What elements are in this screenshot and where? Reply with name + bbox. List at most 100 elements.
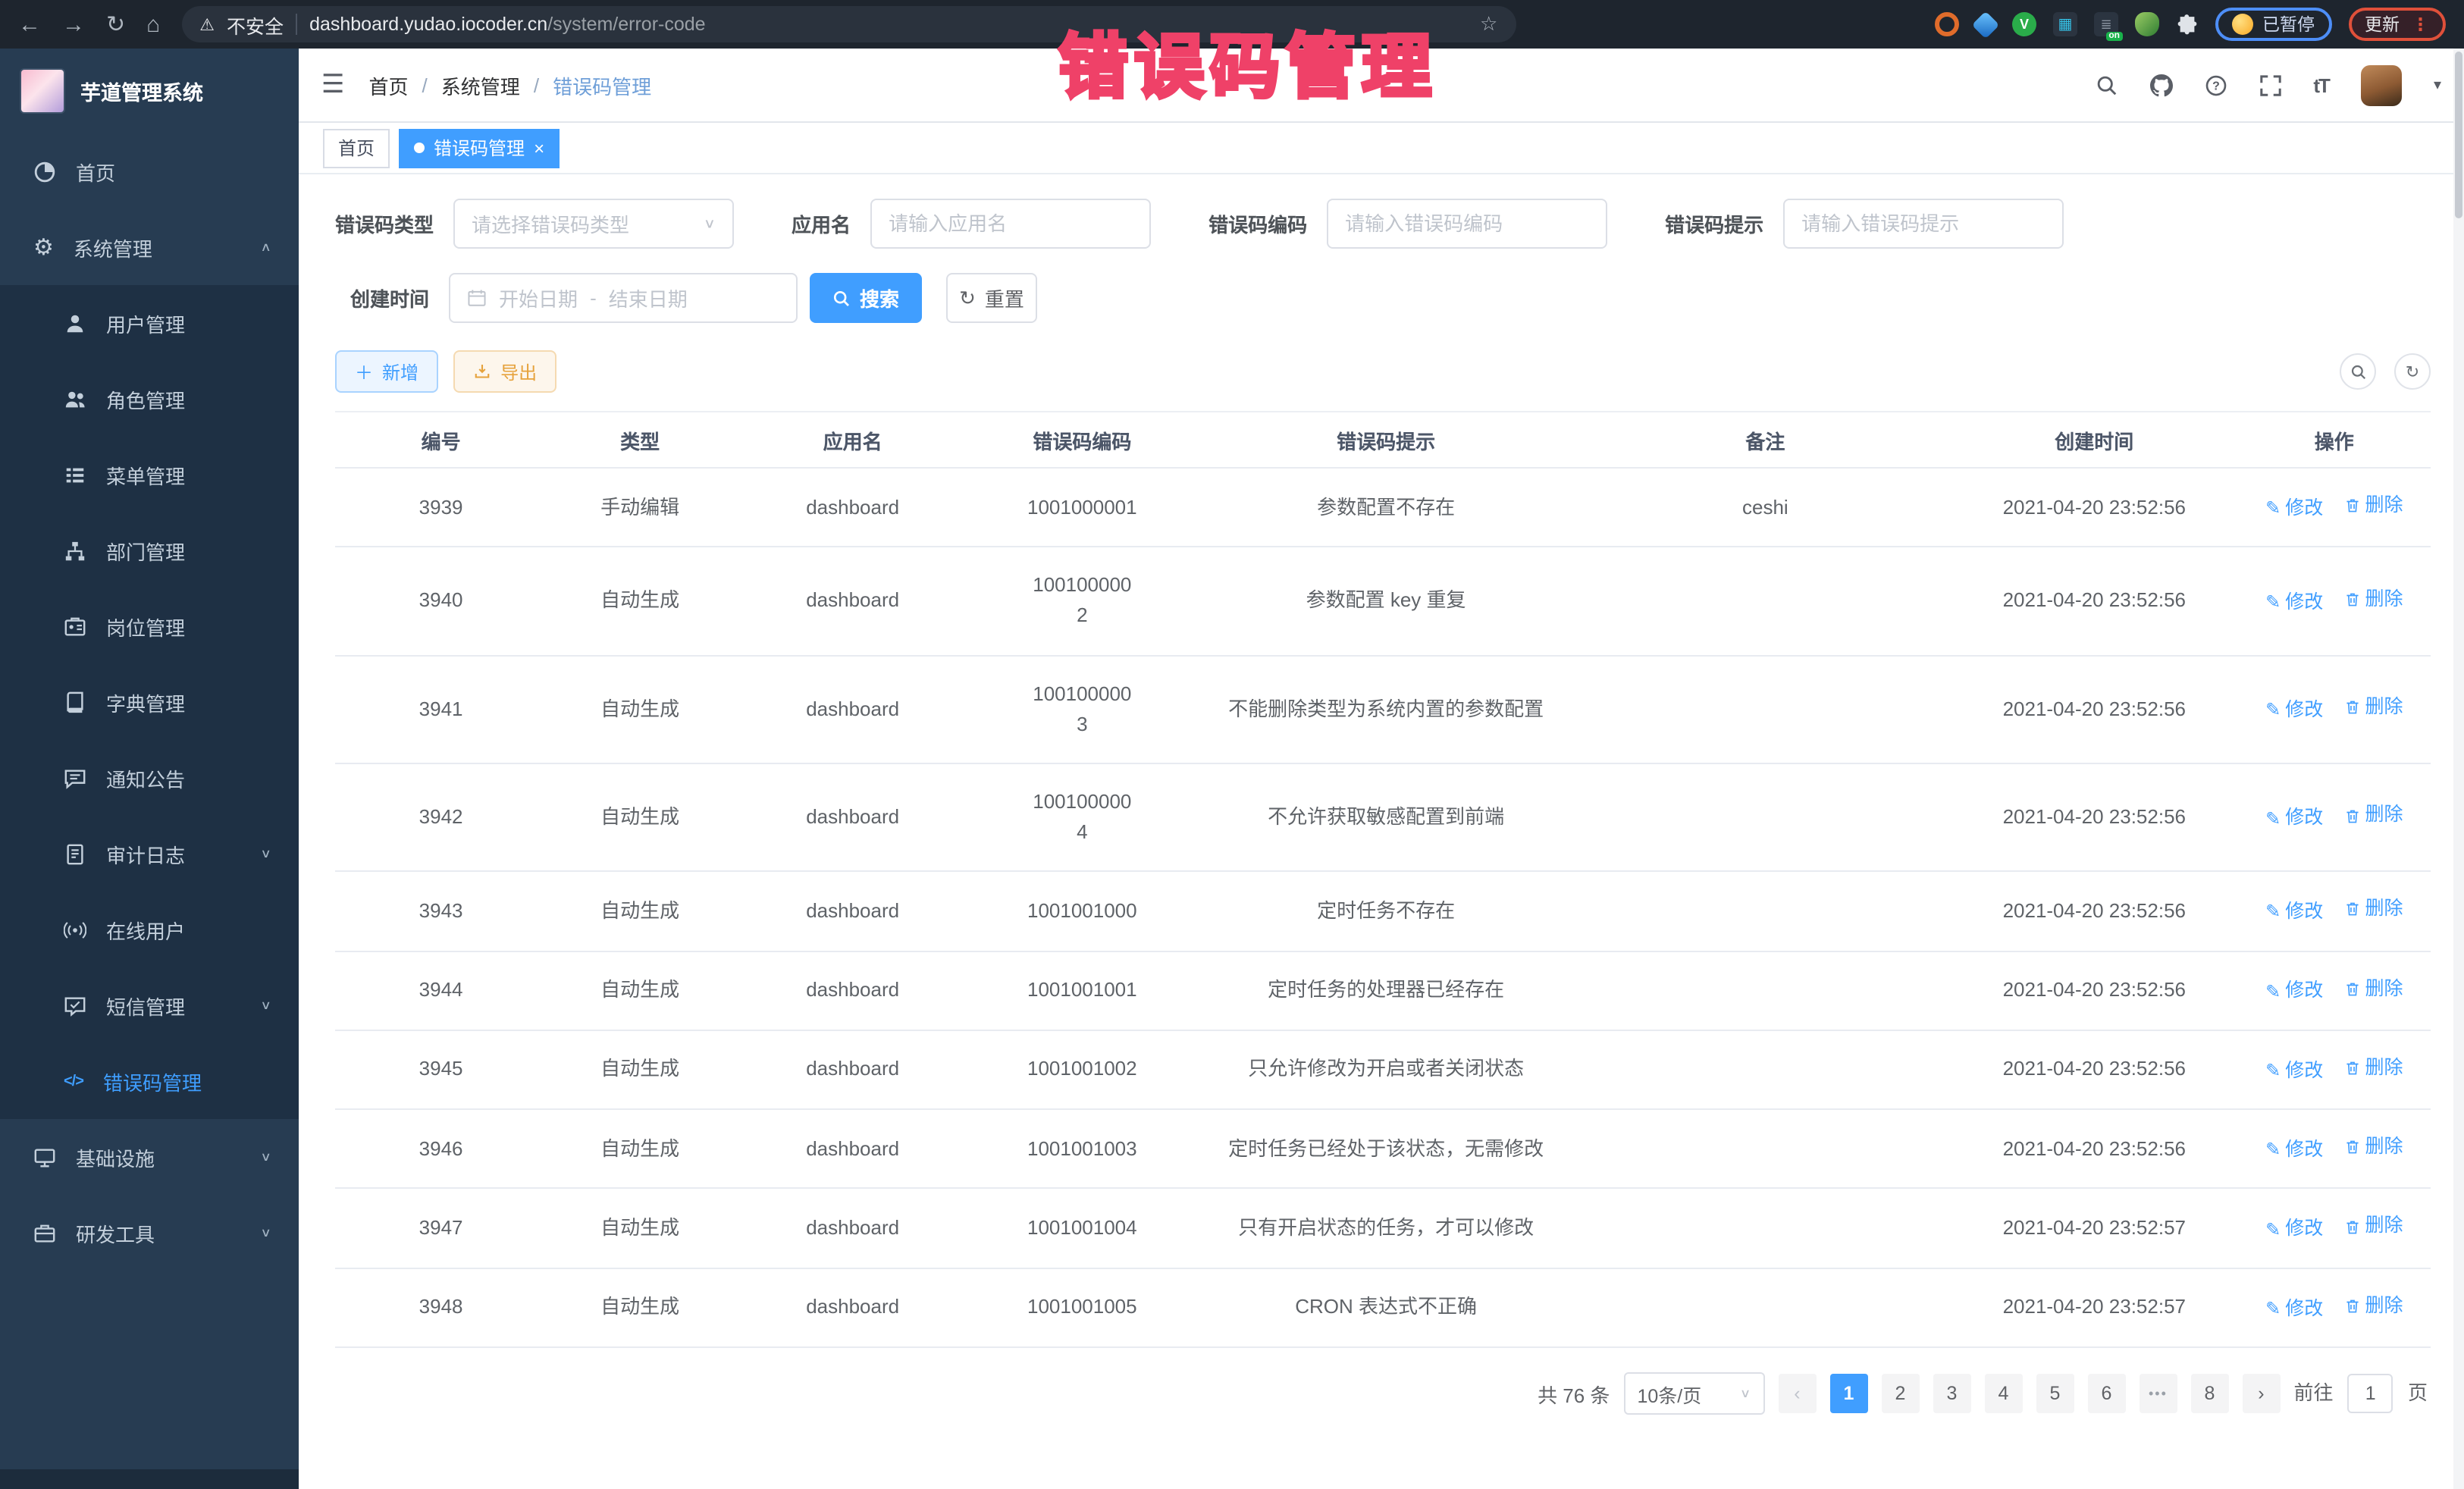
col-hint: 错误码提示: [1192, 412, 1579, 468]
extension-icon-gem[interactable]: [1972, 11, 2000, 39]
extension-icon-list[interactable]: ≣on: [2094, 12, 2118, 36]
page-button-4[interactable]: 4: [1984, 1374, 2022, 1413]
toggle-search-button[interactable]: [2340, 353, 2376, 390]
page-button-6[interactable]: 6: [2087, 1374, 2125, 1413]
delete-link[interactable]: 删除: [2344, 1292, 2403, 1321]
page-button-1[interactable]: 1: [1829, 1374, 1867, 1413]
export-button[interactable]: 导出: [453, 350, 556, 393]
back-icon[interactable]: ←: [18, 13, 41, 36]
error-hint-input[interactable]: [1783, 199, 2064, 249]
edit-link[interactable]: ✎修改: [2265, 494, 2323, 524]
edit-link[interactable]: ✎修改: [2265, 977, 2323, 1007]
goto-page-input[interactable]: [2348, 1374, 2393, 1413]
sidebar-item-infrastructure[interactable]: 基础设施 ∨: [0, 1119, 299, 1195]
reload-icon[interactable]: ↻: [106, 13, 125, 36]
extension-icon-orange[interactable]: [1935, 12, 1959, 36]
github-icon[interactable]: [2149, 74, 2172, 96]
refresh-table-button[interactable]: ↻: [2394, 353, 2431, 390]
avatar-caret-icon[interactable]: ▾: [2434, 77, 2441, 93]
edit-link[interactable]: ✎修改: [2265, 804, 2323, 833]
delete-link[interactable]: 删除: [2344, 801, 2403, 831]
edit-link[interactable]: ✎修改: [2265, 1136, 2323, 1165]
error-type-select[interactable]: 请选择错误码类型 ∨: [453, 199, 734, 249]
sidebar-item-users[interactable]: 用户管理: [0, 285, 299, 361]
delete-link[interactable]: 删除: [2344, 1054, 2403, 1083]
extension-icon-leaf[interactable]: [2135, 12, 2159, 36]
edit-link[interactable]: ✎修改: [2265, 696, 2323, 726]
chevron-up-icon: ∧: [260, 240, 271, 254]
error-code-input[interactable]: [1327, 199, 1607, 249]
browser-update-button[interactable]: 更新 ⋮: [2348, 8, 2446, 41]
sidebar-item-error-code[interactable]: </> 错误码管理: [0, 1043, 299, 1119]
sidebar-item-departments[interactable]: 部门管理: [0, 513, 299, 588]
edit-link[interactable]: ✎修改: [2265, 588, 2323, 617]
tag-home[interactable]: 首页: [323, 128, 390, 168]
page-button-5[interactable]: 5: [2036, 1374, 2074, 1413]
tag-error-code[interactable]: 错误码管理 ×: [399, 128, 560, 168]
trash-icon: [2344, 1218, 2361, 1235]
edit-link[interactable]: ✎修改: [2265, 1294, 2323, 1324]
edit-link[interactable]: ✎修改: [2265, 1215, 2323, 1245]
sidebar-item-dictionary[interactable]: 字典管理: [0, 664, 299, 740]
extension-icon-grid[interactable]: ▦: [2053, 12, 2077, 36]
delete-link[interactable]: 删除: [2344, 1212, 2403, 1242]
page-button-3[interactable]: 3: [1933, 1374, 1970, 1413]
sidebar-item-roles[interactable]: 角色管理: [0, 361, 299, 437]
more-pages-button[interactable]: •••: [2139, 1374, 2177, 1413]
sidebar-item-system[interactable]: ⚙ 系统管理 ∧: [0, 209, 299, 285]
app-name-input[interactable]: [870, 199, 1151, 249]
search-button[interactable]: 搜索: [810, 273, 922, 323]
delete-link[interactable]: 删除: [2344, 693, 2403, 723]
address-bar[interactable]: ⚠ 不安全 dashboard.yudao.iocoder.cn/system/…: [181, 6, 1516, 42]
app-logo-row[interactable]: 芋道管理系统: [0, 49, 299, 133]
gear-icon: ⚙: [33, 236, 54, 259]
page-button-8[interactable]: 8: [2190, 1374, 2228, 1413]
fullscreen-icon[interactable]: [2259, 74, 2281, 96]
edit-link[interactable]: ✎修改: [2265, 1056, 2323, 1086]
sidebar-item-online-users[interactable]: 在线用户: [0, 892, 299, 967]
delete-link[interactable]: 删除: [2344, 974, 2403, 1004]
next-page-button[interactable]: ›: [2242, 1374, 2280, 1413]
scrollbar-track[interactable]: [2453, 49, 2464, 1489]
font-size-icon[interactable]: tT: [2313, 74, 2329, 96]
page-button-2[interactable]: 2: [1881, 1374, 1919, 1413]
cell-time: 2021-04-20 23:52:56: [2003, 697, 2186, 719]
sidebar-item-audit-log[interactable]: 审计日志 ∨: [0, 816, 299, 892]
add-button[interactable]: ＋ 新增: [335, 350, 438, 393]
delete-link[interactable]: 删除: [2344, 585, 2403, 615]
security-label[interactable]: 不安全: [227, 10, 284, 39]
sidebar-item-home[interactable]: 首页: [0, 133, 299, 209]
breadcrumb-system[interactable]: 系统管理: [441, 71, 520, 99]
close-icon[interactable]: ×: [534, 137, 544, 158]
user-avatar[interactable]: [2361, 64, 2402, 105]
cell-code: 100100000 2: [1033, 574, 1131, 627]
breadcrumb-home[interactable]: 首页: [369, 71, 409, 99]
sidebar-item-menus[interactable]: 菜单管理: [0, 437, 299, 513]
reset-button[interactable]: ↻ 重置: [946, 273, 1037, 323]
bookmark-star-icon[interactable]: ☆: [1480, 12, 1497, 36]
delete-link[interactable]: 删除: [2344, 1133, 2403, 1162]
forward-icon[interactable]: →: [62, 13, 85, 36]
cell-id: 3948: [419, 1296, 463, 1318]
sidebar-item-sms[interactable]: 短信管理 ∨: [0, 967, 299, 1043]
home-icon[interactable]: ⌂: [146, 13, 160, 36]
hamburger-icon[interactable]: ☰: [321, 70, 345, 100]
puzzle-icon[interactable]: [2176, 13, 2199, 36]
sidebar-item-dev-tools[interactable]: 研发工具 ∨: [0, 1195, 299, 1271]
scrollbar-thumb[interactable]: [2455, 52, 2462, 218]
browser-menu-icon[interactable]: ⋮: [2412, 14, 2429, 35]
extension-icon-green[interactable]: V: [2012, 12, 2036, 36]
delete-link[interactable]: 删除: [2344, 895, 2403, 924]
help-icon[interactable]: ?: [2204, 74, 2227, 96]
delete-link[interactable]: 删除: [2344, 491, 2403, 521]
prev-page-button[interactable]: ‹: [1778, 1374, 1816, 1413]
search-icon[interactable]: [2095, 74, 2118, 96]
date-range-picker[interactable]: 开始日期 - 结束日期: [449, 273, 798, 323]
page-size-select[interactable]: 10条/页 ∨: [1623, 1372, 1764, 1415]
sms-icon: [64, 994, 86, 1017]
edit-link[interactable]: ✎修改: [2265, 898, 2323, 927]
profile-paused-pill[interactable]: 已暂停: [2215, 8, 2331, 41]
sidebar-item-notices[interactable]: 通知公告: [0, 740, 299, 816]
sidebar-item-posts[interactable]: 岗位管理: [0, 588, 299, 664]
sidebar-item-label: 用户管理: [106, 309, 185, 337]
